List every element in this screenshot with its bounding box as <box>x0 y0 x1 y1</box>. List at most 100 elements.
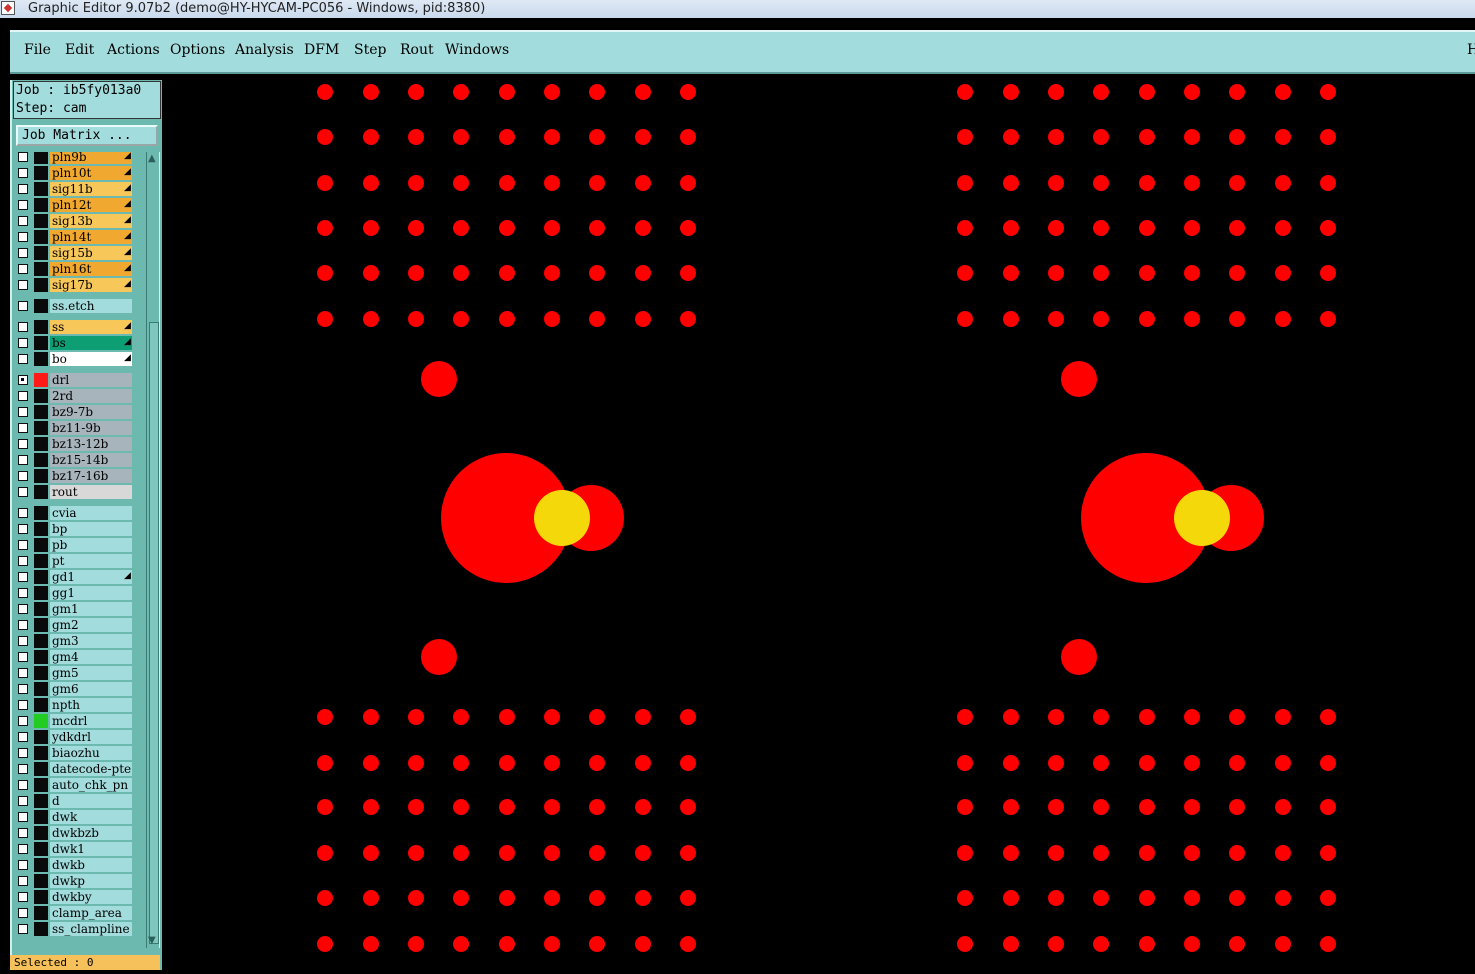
layer-checkbox[interactable] <box>18 844 28 854</box>
drill-pad[interactable] <box>363 220 379 236</box>
drill-pad[interactable] <box>1320 84 1336 100</box>
drill-pad[interactable] <box>1003 709 1019 725</box>
layer-checkbox[interactable] <box>18 423 28 433</box>
layer-name[interactable]: bp <box>50 522 132 536</box>
job-matrix-button[interactable]: Job Matrix ... <box>16 125 158 146</box>
layer-name[interactable]: pln14t <box>50 230 132 244</box>
layer-row-sig11b[interactable]: sig11b ◢ <box>14 182 134 196</box>
drill-pad[interactable] <box>317 84 333 100</box>
layer-checkbox[interactable] <box>18 828 28 838</box>
layer-color-swatch[interactable] <box>34 666 48 680</box>
drill-pad[interactable] <box>1184 220 1200 236</box>
drill-pad[interactable] <box>1093 265 1109 281</box>
drill-pad[interactable] <box>1139 755 1155 771</box>
layer-color-swatch[interactable] <box>34 166 48 180</box>
layer-name[interactable]: 2rd <box>50 389 132 403</box>
layer-name[interactable]: ss.etch <box>50 299 132 313</box>
drill-pad[interactable] <box>1184 936 1200 952</box>
drill-pad[interactable] <box>317 220 333 236</box>
drill-pad[interactable] <box>499 265 515 281</box>
layer-name[interactable]: bs <box>50 336 132 350</box>
layer-row-gg1[interactable]: gg1 <box>14 586 134 600</box>
drill-pad[interactable] <box>1003 175 1019 191</box>
layer-checkbox[interactable] <box>18 860 28 870</box>
drill-pad[interactable] <box>635 755 651 771</box>
layer-color-swatch[interactable] <box>34 373 48 387</box>
drill-pad[interactable] <box>363 265 379 281</box>
drill-pad[interactable] <box>544 129 560 145</box>
layer-color-swatch[interactable] <box>34 230 48 244</box>
drill-pad[interactable] <box>1139 129 1155 145</box>
drill-pad[interactable] <box>1275 220 1291 236</box>
layer-row-bz17-16b[interactable]: bz17-16b <box>14 469 134 483</box>
layer-name[interactable]: pln12t <box>50 198 132 212</box>
drill-pad[interactable] <box>680 936 696 952</box>
drill-pad[interactable] <box>363 709 379 725</box>
drill-pad[interactable] <box>408 755 424 771</box>
drill-pad[interactable] <box>635 129 651 145</box>
menu-analysis[interactable]: Analysis <box>235 42 294 58</box>
drill-pad[interactable] <box>544 265 560 281</box>
drill-pad[interactable] <box>499 709 515 725</box>
layer-row-dwkbzb[interactable]: dwkbzb <box>14 826 134 840</box>
drill-pad[interactable] <box>363 84 379 100</box>
drill-pad[interactable] <box>1048 311 1064 327</box>
drill-pad[interactable] <box>1003 890 1019 906</box>
layer-color-swatch[interactable] <box>34 389 48 403</box>
drill-pad[interactable] <box>635 936 651 952</box>
layer-row-pln16t[interactable]: pln16t ◢ <box>14 262 134 276</box>
layer-row-bo[interactable]: bo ◢ <box>14 352 134 366</box>
drill-pad[interactable] <box>453 220 469 236</box>
layer-color-swatch[interactable] <box>34 570 48 584</box>
drill-pad[interactable] <box>1139 265 1155 281</box>
drill-pad[interactable] <box>453 175 469 191</box>
layer-color-swatch[interactable] <box>34 842 48 856</box>
layer-color-swatch[interactable] <box>34 299 48 313</box>
drill-pad[interactable] <box>1184 175 1200 191</box>
drill-pad[interactable] <box>408 799 424 815</box>
layer-color-swatch[interactable] <box>34 698 48 712</box>
drill-pad[interactable] <box>589 265 605 281</box>
drill-pad[interactable] <box>363 799 379 815</box>
layer-color-swatch[interactable] <box>34 602 48 616</box>
drill-pad[interactable] <box>1320 845 1336 861</box>
drill-pad[interactable] <box>680 845 696 861</box>
drill-pad[interactable] <box>635 709 651 725</box>
layer-color-swatch[interactable] <box>34 485 48 499</box>
layer-checkbox[interactable] <box>18 264 28 274</box>
drill-pad[interactable] <box>680 890 696 906</box>
drill-pad[interactable] <box>544 84 560 100</box>
drill-pad[interactable] <box>589 799 605 815</box>
layer-color-swatch[interactable] <box>34 278 48 292</box>
drill-pad[interactable] <box>1320 129 1336 145</box>
drill-pad[interactable] <box>635 890 651 906</box>
layer-color-swatch[interactable] <box>34 246 48 260</box>
drill-pad[interactable] <box>1184 311 1200 327</box>
drill-pad[interactable] <box>317 175 333 191</box>
layer-checkbox[interactable] <box>18 232 28 242</box>
layer-checkbox[interactable] <box>18 152 28 162</box>
drill-pad[interactable] <box>544 220 560 236</box>
layer-row-dwkb[interactable]: dwkb <box>14 858 134 872</box>
drill-pad[interactable] <box>1139 175 1155 191</box>
layer-color-swatch[interactable] <box>34 421 48 435</box>
layer-row-gd1[interactable]: gd1 ◢ <box>14 570 134 584</box>
drill-pad[interactable] <box>363 845 379 861</box>
drill-pad[interactable] <box>1229 845 1245 861</box>
drill-pad[interactable] <box>317 311 333 327</box>
drill-pad[interactable] <box>408 709 424 725</box>
layer-row-pln10t[interactable]: pln10t ◢ <box>14 166 134 180</box>
layer-row-sig17b[interactable]: sig17b ◢ <box>14 278 134 292</box>
drill-pad[interactable] <box>1048 936 1064 952</box>
layer-checkbox[interactable] <box>18 908 28 918</box>
drill-pad[interactable] <box>680 265 696 281</box>
drill-pad[interactable] <box>680 709 696 725</box>
drill-pad[interactable] <box>1229 755 1245 771</box>
layer-color-swatch[interactable] <box>34 762 48 776</box>
layer-checkbox[interactable] <box>18 168 28 178</box>
layer-row-ss-etch[interactable]: ss.etch <box>14 299 134 313</box>
layer-name[interactable]: ss_clampline <box>50 922 132 936</box>
layer-row-ydkdrl[interactable]: ydkdrl <box>14 730 134 744</box>
drill-pad[interactable] <box>499 129 515 145</box>
drill-pad[interactable] <box>957 709 973 725</box>
